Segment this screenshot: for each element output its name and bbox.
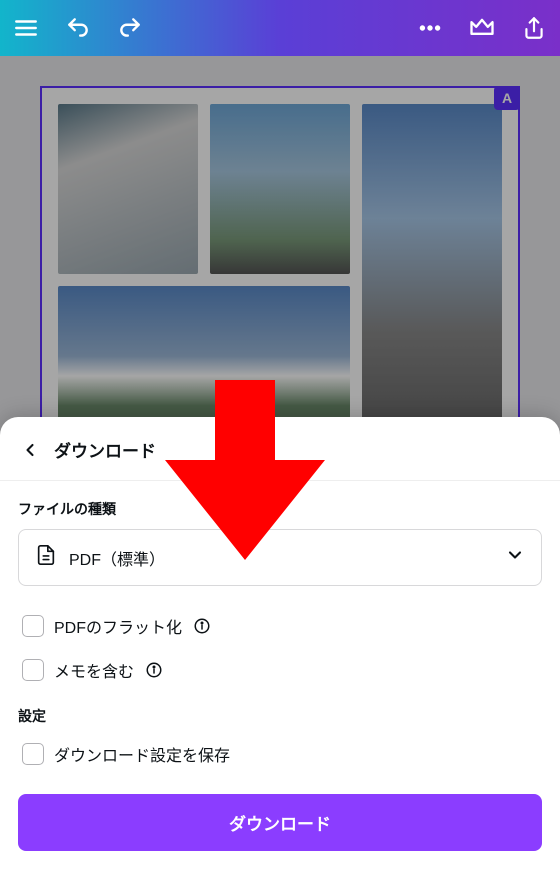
flatten-label: PDFのフラット化 — [54, 614, 182, 638]
save-settings-option[interactable]: ダウンロード設定を保存 — [18, 732, 542, 776]
checkbox[interactable] — [22, 659, 44, 681]
include-notes-label: メモを含む — [54, 658, 134, 682]
download-button[interactable]: ダウンロード — [18, 794, 542, 851]
crown-icon[interactable] — [468, 14, 496, 42]
top-toolbar — [0, 0, 560, 56]
settings-label: 設定 — [18, 706, 542, 726]
file-pdf-icon — [35, 544, 57, 571]
download-sheet: ダウンロード ファイルの種類 PDF（標準） PDFのフラット化 メモを含む 設… — [0, 417, 560, 873]
more-icon[interactable] — [416, 14, 444, 42]
menu-icon[interactable] — [12, 14, 40, 42]
sheet-title: ダウンロード — [54, 437, 156, 462]
back-button[interactable] — [18, 438, 42, 462]
file-type-value: PDF（標準） — [69, 546, 165, 570]
info-icon[interactable] — [144, 660, 164, 680]
file-type-label: ファイルの種類 — [18, 499, 542, 519]
flatten-pdf-option[interactable]: PDFのフラット化 — [18, 604, 542, 648]
checkbox[interactable] — [22, 615, 44, 637]
share-icon[interactable] — [520, 14, 548, 42]
redo-icon[interactable] — [116, 14, 144, 42]
include-notes-option[interactable]: メモを含む — [18, 648, 542, 692]
checkbox[interactable] — [22, 743, 44, 765]
undo-icon[interactable] — [64, 14, 92, 42]
chevron-down-icon — [505, 545, 525, 570]
info-icon[interactable] — [192, 616, 212, 636]
save-settings-label: ダウンロード設定を保存 — [54, 742, 230, 766]
file-type-select[interactable]: PDF（標準） — [18, 529, 542, 586]
